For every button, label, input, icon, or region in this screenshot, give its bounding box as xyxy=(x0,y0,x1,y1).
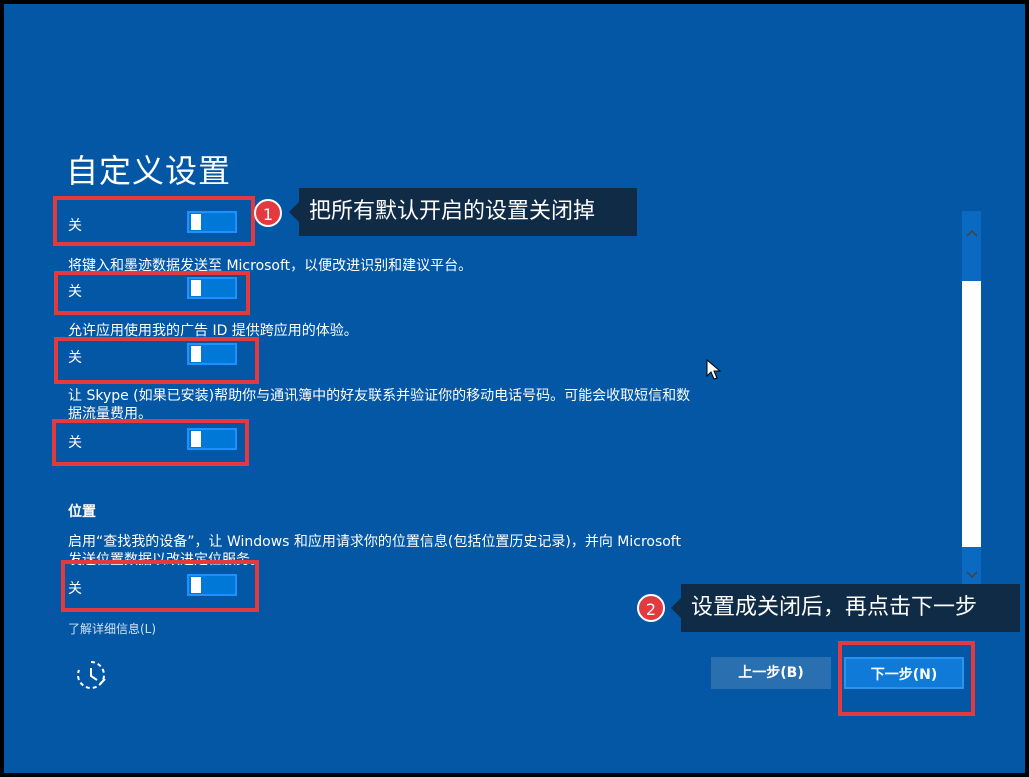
location-description: 启用“查找我的设备”，让 Windows 和应用请求你的位置信息(包括位置历史记… xyxy=(68,534,681,550)
highlight-box xyxy=(61,560,259,612)
chevron-down-icon[interactable] xyxy=(962,565,981,585)
highlight-box xyxy=(54,271,250,315)
highlight-box xyxy=(54,337,259,384)
highlight-box xyxy=(53,196,255,246)
annotation-callout-2: 设置成关闭后，再点击下一步 xyxy=(671,584,1020,632)
ease-of-access-icon[interactable] xyxy=(74,658,108,692)
mouse-pointer-icon xyxy=(706,358,722,381)
scrollbar[interactable] xyxy=(962,211,981,587)
highlight-box xyxy=(838,641,975,716)
annotation-number-2: 2 xyxy=(637,594,665,622)
setup-screen: 自定义设置 关 将键入和墨迹数据发送至 Microsoft，以便改进识别和建议平… xyxy=(4,4,1025,773)
learn-more-link[interactable]: 了解详细信息(L) xyxy=(68,620,156,637)
page-title: 自定义设置 xyxy=(66,152,232,190)
chevron-up-icon[interactable] xyxy=(962,223,981,243)
location-section-title: 位置 xyxy=(68,504,96,520)
scrollbar-thumb[interactable] xyxy=(962,281,981,547)
annotation-callout-1: 把所有默认开启的设置关闭掉 xyxy=(289,188,637,236)
annotation-number-1: 1 xyxy=(254,199,282,227)
back-button[interactable]: 上一步(B) xyxy=(711,657,831,689)
highlight-box xyxy=(52,419,249,466)
toggle-description-3: 让 Skype (如果已安装)帮助你与通讯簿中的好友联系并验证你的移动电话号码。… xyxy=(68,388,691,404)
